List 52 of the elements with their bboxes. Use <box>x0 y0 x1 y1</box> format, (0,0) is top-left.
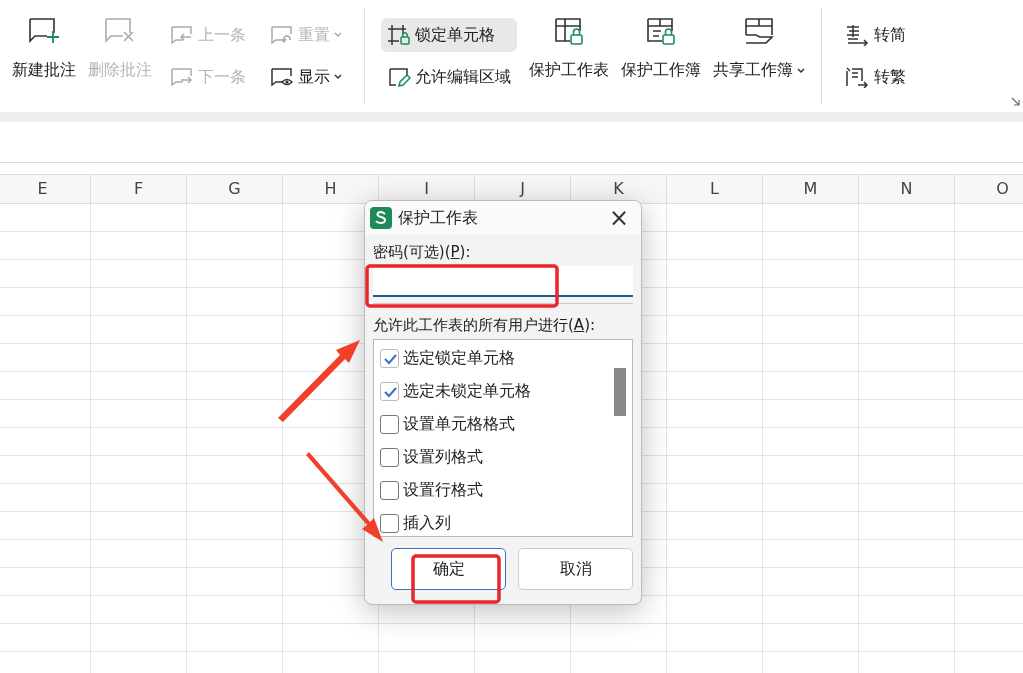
option-label: 设置行格式 <box>403 480 483 501</box>
option-label: 插入列 <box>403 513 451 534</box>
password-label: 密码(可选)(P): <box>373 243 472 262</box>
ribbon-button[interactable]: 锁定单元格 <box>381 18 517 52</box>
column-header[interactable]: N <box>859 175 955 203</box>
checkbox[interactable] <box>380 514 399 533</box>
column-header[interactable]: M <box>763 175 859 203</box>
ribbon-button[interactable]: 新建批注 <box>6 0 82 112</box>
caret-icon <box>334 32 342 38</box>
comment-arrow-icon <box>270 24 294 46</box>
expand-corner-icon[interactable] <box>1011 97 1020 106</box>
shared-sheet-icon <box>742 16 776 46</box>
sheet-lock-icon <box>552 16 586 46</box>
comment-arrow-icon <box>170 66 194 88</box>
column-header[interactable]: L <box>667 175 763 203</box>
option-label: 设置列格式 <box>403 447 483 468</box>
ribbon-button[interactable]: 显示 <box>264 60 348 94</box>
convert-arrow-icon <box>844 66 870 88</box>
cancel-button[interactable]: 取消 <box>518 548 633 590</box>
option-label: 选定锁定单元格 <box>403 348 515 369</box>
column-header[interactable]: O <box>955 175 1023 203</box>
caret-icon <box>797 67 805 74</box>
ribbon-button[interactable]: 允许编辑区域 <box>381 60 517 94</box>
column-header[interactable]: E <box>0 175 91 203</box>
column-header[interactable]: G <box>187 175 283 203</box>
convert-arrow-icon <box>844 24 870 46</box>
comment-add-icon <box>27 16 61 46</box>
checkbox[interactable] <box>380 481 399 500</box>
close-button[interactable]: × <box>605 206 633 230</box>
checkbox[interactable] <box>380 349 399 368</box>
ribbon-button[interactable]: 共享工作簿 <box>707 0 811 112</box>
edit-range-icon <box>387 66 411 88</box>
column-header[interactable]: F <box>91 175 187 203</box>
checkbox[interactable] <box>380 415 399 434</box>
dialog-title: 保护工作表 <box>398 207 479 229</box>
permissions-label: 允许此工作表的所有用户进行(A): <box>373 316 597 335</box>
caret-icon <box>334 74 342 80</box>
ribbon-button[interactable]: 转繁 <box>838 60 912 94</box>
password-field[interactable] <box>373 266 633 297</box>
checkbox[interactable] <box>380 382 399 401</box>
comment-delete-icon <box>103 16 137 46</box>
comment-arrow-icon <box>170 24 194 46</box>
workbook-lock-icon <box>644 16 678 46</box>
ribbon-button[interactable]: 转简 <box>838 18 912 52</box>
option-label: 设置单元格格式 <box>403 414 515 435</box>
option-label: 选定未锁定单元格 <box>403 381 531 402</box>
cell-lock-icon <box>387 24 411 46</box>
ribbon-button[interactable]: 保护工作表 <box>523 0 615 112</box>
checkbox[interactable] <box>380 448 399 467</box>
app-logo-icon <box>370 207 392 229</box>
comment-eye-icon <box>270 66 294 88</box>
ribbon-button[interactable]: 保护工作簿 <box>615 0 707 112</box>
